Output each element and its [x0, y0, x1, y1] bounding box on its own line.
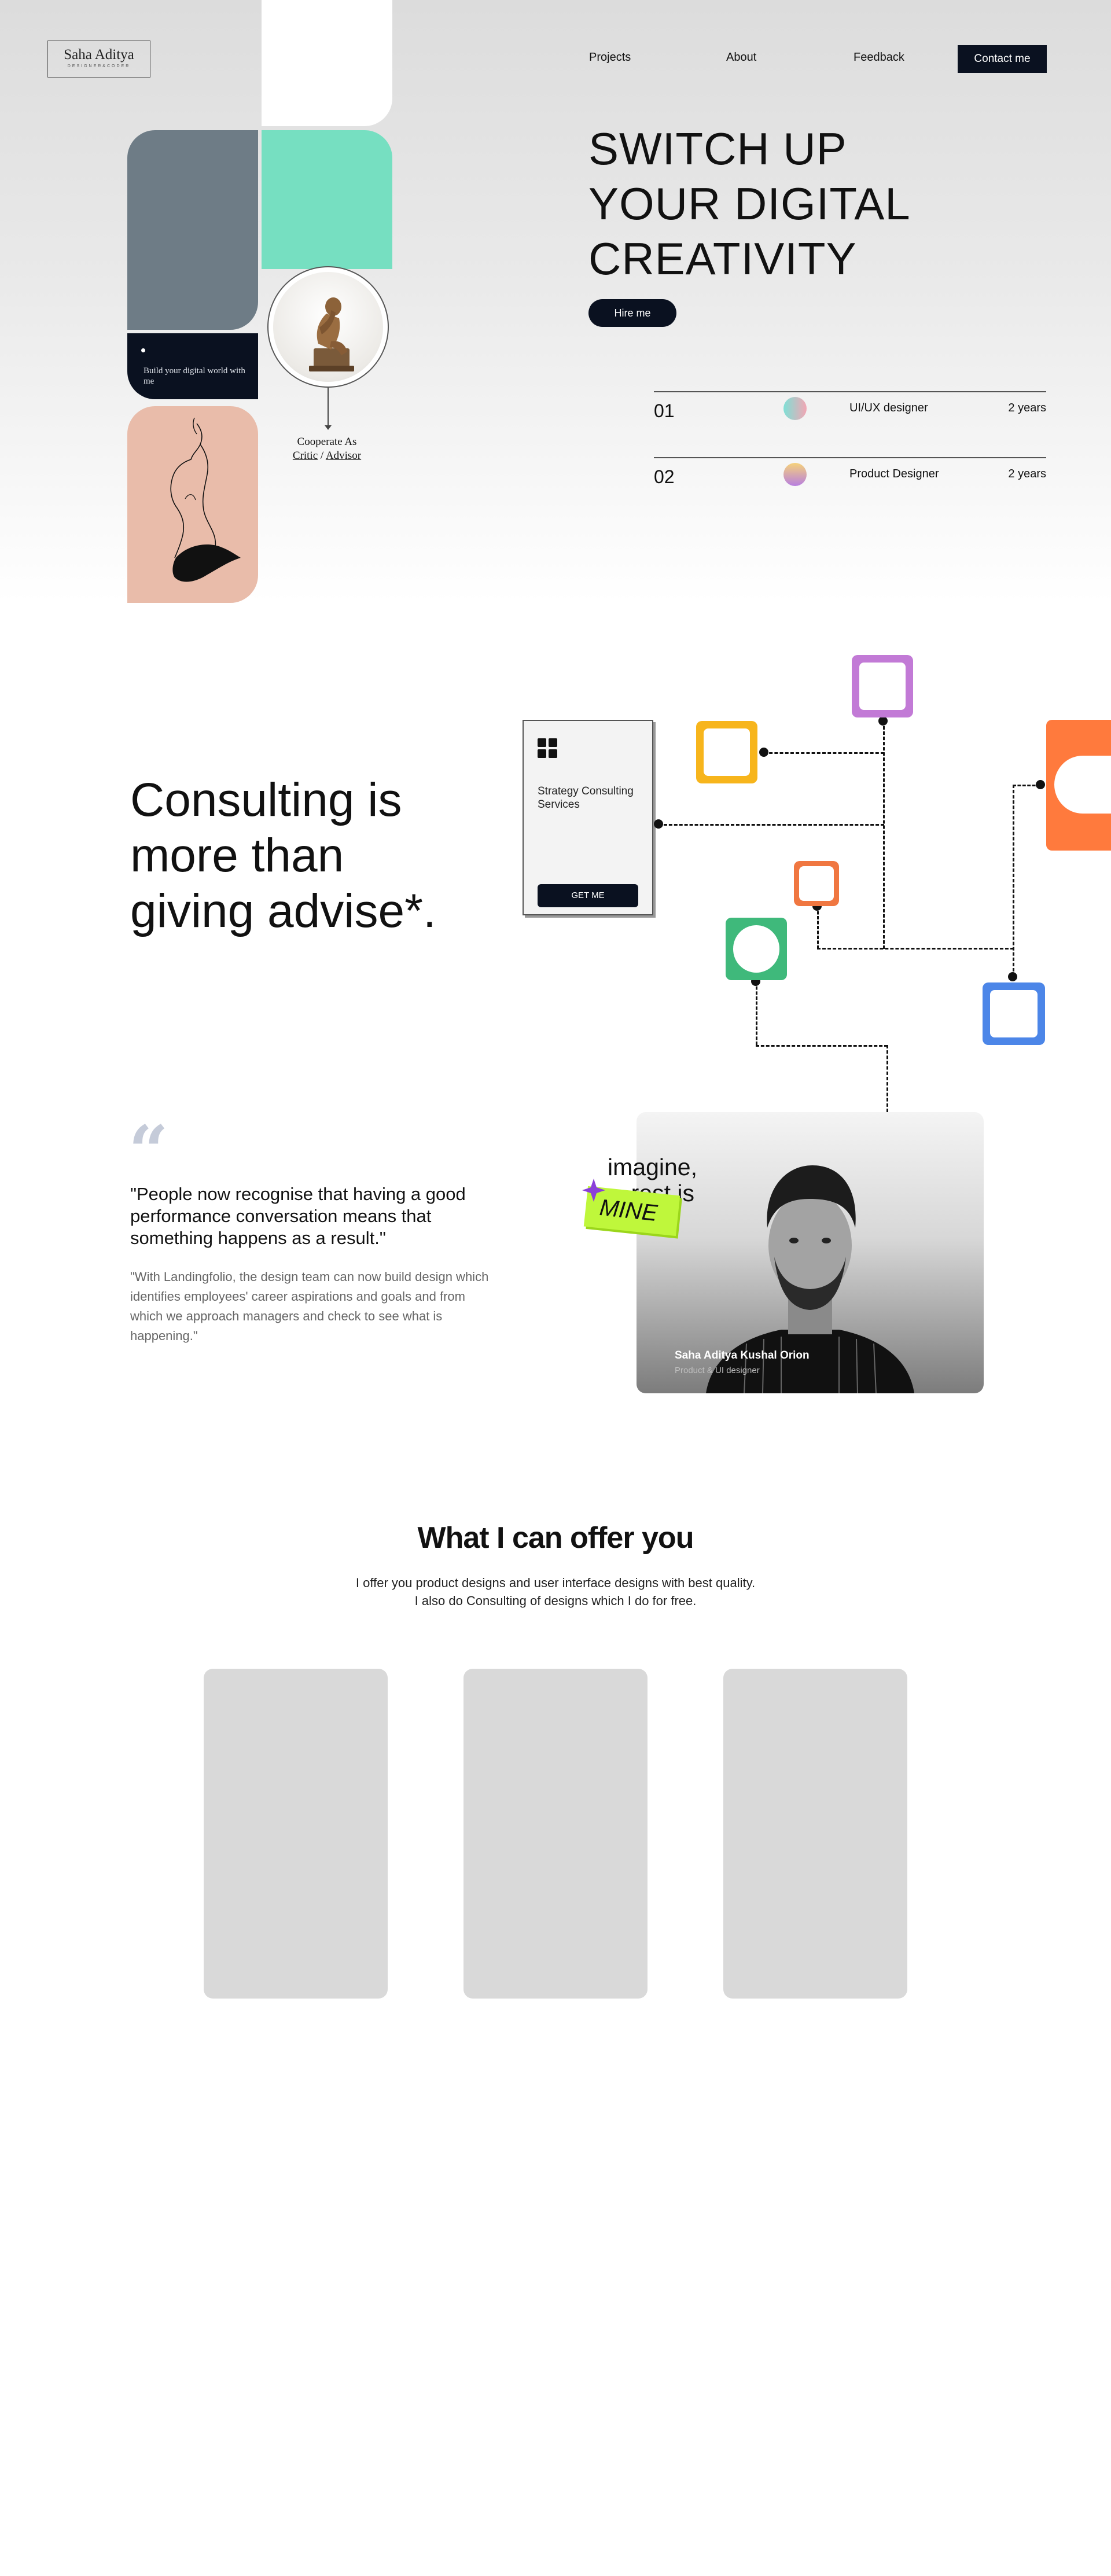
portrait-name: Saha Aditya Kushal Orion — [675, 1349, 810, 1361]
get-me-button[interactable]: GET ME — [538, 884, 638, 907]
collage-caption-tile: Build your digital world with me — [127, 333, 258, 399]
page: Saha Aditya DESIGNER&CODER Projects Abou… — [0, 0, 1111, 2576]
strategy-card: Strategy Consulting Services GET ME — [523, 720, 653, 915]
role-title: Product Designer — [849, 468, 939, 480]
thinker-statue-frame — [267, 266, 389, 388]
dashed-connector — [817, 948, 1014, 950]
offer-card[interactable] — [463, 1669, 648, 1999]
collage-caption: Build your digital world with me — [144, 366, 245, 386]
testimonial-quote: "People now recognise that having a good… — [130, 1184, 466, 1248]
purple-node[interactable] — [852, 655, 913, 717]
offer-subtitle-line: I also do Consulting of designs which I … — [414, 1594, 697, 1608]
offer-title: What I can offer you — [417, 1521, 694, 1555]
statue-connector-line — [328, 388, 329, 428]
sticker-line: imagine, — [608, 1154, 697, 1180]
yellow-node[interactable] — [696, 721, 757, 783]
thinker-statue-image — [273, 272, 383, 382]
screen-illustration-icon — [799, 866, 834, 901]
collage-slate-tile — [127, 130, 258, 330]
connector-dot — [1036, 780, 1045, 789]
brand-logo[interactable]: Saha Aditya DESIGNER&CODER — [47, 41, 150, 78]
testimonial-body: "With Landingfolio, the design team can … — [130, 1269, 489, 1343]
person-laptop-illustration-icon — [859, 662, 906, 711]
connector-dot — [759, 748, 768, 757]
connector-arrow-icon — [325, 425, 332, 430]
desk-illustration-icon — [733, 925, 780, 973]
nav-link-feedback[interactable]: Feedback — [854, 51, 904, 64]
role-row: 01 UI/UX designer 2 years — [654, 391, 1046, 426]
orange-small-node[interactable] — [794, 861, 839, 906]
contact-button[interactable]: Contact me — [958, 45, 1047, 73]
role-number: 01 — [654, 400, 675, 421]
cooperate-options: Critic / Advisor — [272, 449, 382, 463]
portrait-role: Product & UI designer — [675, 1366, 760, 1375]
bullet-dot — [141, 348, 145, 352]
blue-node[interactable] — [983, 982, 1045, 1045]
connector-dot — [878, 716, 888, 726]
hero-title-line: SWITCH UP — [588, 123, 847, 174]
offer-card[interactable] — [204, 1669, 388, 1999]
hero-title-line: CREATIVITY — [588, 233, 857, 284]
connector-dot — [1008, 972, 1017, 981]
thinker-statue-icon — [309, 297, 354, 371]
person-board-illustration-icon — [1054, 756, 1111, 814]
collage-mint-tile — [262, 130, 392, 269]
consulting-title-line: giving advise*. — [130, 885, 436, 937]
orange-side-node[interactable] — [1046, 720, 1111, 851]
dashed-connector — [658, 824, 884, 826]
option-separator: / — [318, 450, 326, 462]
role-title: UI/UX designer — [849, 402, 928, 414]
collage-white-tab — [262, 0, 392, 126]
cooperate-heading: Cooperate As — [297, 436, 357, 448]
offer-subtitle-line: I offer you product designs and user int… — [355, 1576, 756, 1590]
green-node[interactable] — [726, 918, 787, 980]
dashed-connector — [817, 906, 819, 949]
line-art-figure — [170, 417, 241, 582]
connector-dot — [654, 819, 663, 829]
brand-tagline: DESIGNER&CODER — [67, 64, 131, 68]
brand-name: Saha Aditya — [64, 47, 134, 62]
role-number: 02 — [654, 466, 675, 487]
role-gradient-icon — [783, 397, 807, 420]
critic-link[interactable]: Critic — [293, 450, 318, 462]
advisor-link[interactable]: Advisor — [326, 450, 361, 462]
dashed-connector — [1013, 785, 1014, 977]
cooperate-label: Cooperate As Critic / Advisor — [272, 435, 382, 463]
grid-icon — [538, 738, 558, 759]
presentation-illustration-icon — [989, 989, 1038, 1038]
line-art-tile — [127, 406, 258, 603]
dashed-connector — [764, 752, 884, 754]
dashed-connector — [883, 721, 885, 949]
consulting-title-line: more than — [130, 829, 344, 882]
dashed-connector — [756, 1045, 888, 1047]
hire-me-button[interactable]: Hire me — [588, 299, 676, 327]
sparkle-icon — [582, 1179, 605, 1202]
devices-illustration-icon — [703, 728, 751, 777]
consulting-title: Consulting is more than giving advise*. — [130, 772, 477, 939]
role-years: 2 years — [1008, 468, 1046, 480]
strategy-card-title: Strategy Consulting Services — [538, 785, 634, 811]
hero-title-line: YOUR DIGITAL — [588, 178, 911, 229]
hero-title: SWITCH UP YOUR DIGITAL CREATIVITY — [588, 122, 1005, 286]
nav-link-about[interactable]: About — [726, 51, 756, 64]
role-row: 02 Product Designer 2 years — [654, 457, 1046, 492]
dashed-connector — [886, 1045, 888, 1112]
nav-link-projects[interactable]: Projects — [589, 51, 631, 64]
quote-icon: “ — [128, 1110, 169, 1192]
role-gradient-icon — [783, 463, 807, 486]
dashed-connector — [756, 981, 757, 1045]
consulting-title-line: Consulting is — [130, 774, 402, 826]
offer-card[interactable] — [723, 1669, 907, 1999]
offer-subtitle: I offer you product designs and user int… — [0, 1574, 1111, 1610]
role-years: 2 years — [1008, 402, 1046, 414]
